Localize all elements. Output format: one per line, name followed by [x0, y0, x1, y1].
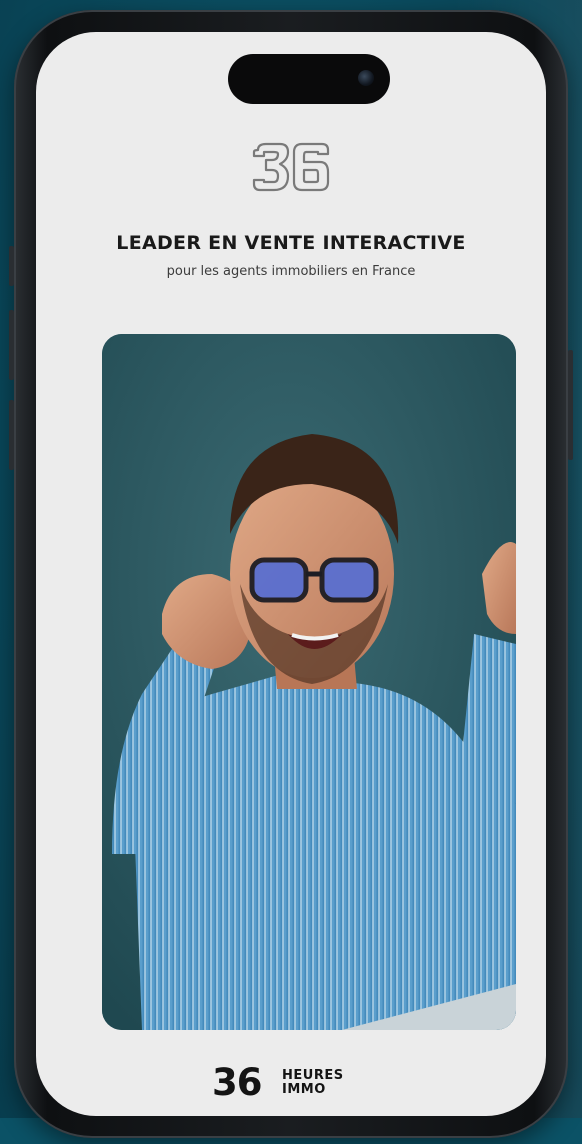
phone-mute-switch — [9, 246, 14, 286]
phone-screen: LEADER EN VENTE INTERACTIVE pour les age… — [36, 32, 546, 1116]
phone-power-button — [568, 350, 573, 460]
phone-volume-up-button — [9, 310, 14, 380]
brand-number: 36 — [212, 1061, 262, 1104]
dynamic-island — [228, 54, 390, 104]
36-logo-outline-icon — [252, 142, 330, 192]
hero-photo — [102, 334, 516, 1030]
phone-volume-down-button — [9, 400, 14, 470]
headline: LEADER EN VENTE INTERACTIVE — [116, 232, 466, 254]
excited-man-photo — [102, 334, 516, 1030]
subheadline: pour les agents immobiliers en France — [166, 264, 416, 279]
front-camera-icon — [358, 70, 374, 86]
brand-word-top: HEURES — [282, 1068, 344, 1083]
brand-word-bottom: IMMO — [282, 1082, 326, 1097]
phone-mockup: LEADER EN VENTE INTERACTIVE pour les age… — [9, 10, 573, 1138]
brand-logo: 36 HEURES IMMO — [212, 1062, 382, 1104]
